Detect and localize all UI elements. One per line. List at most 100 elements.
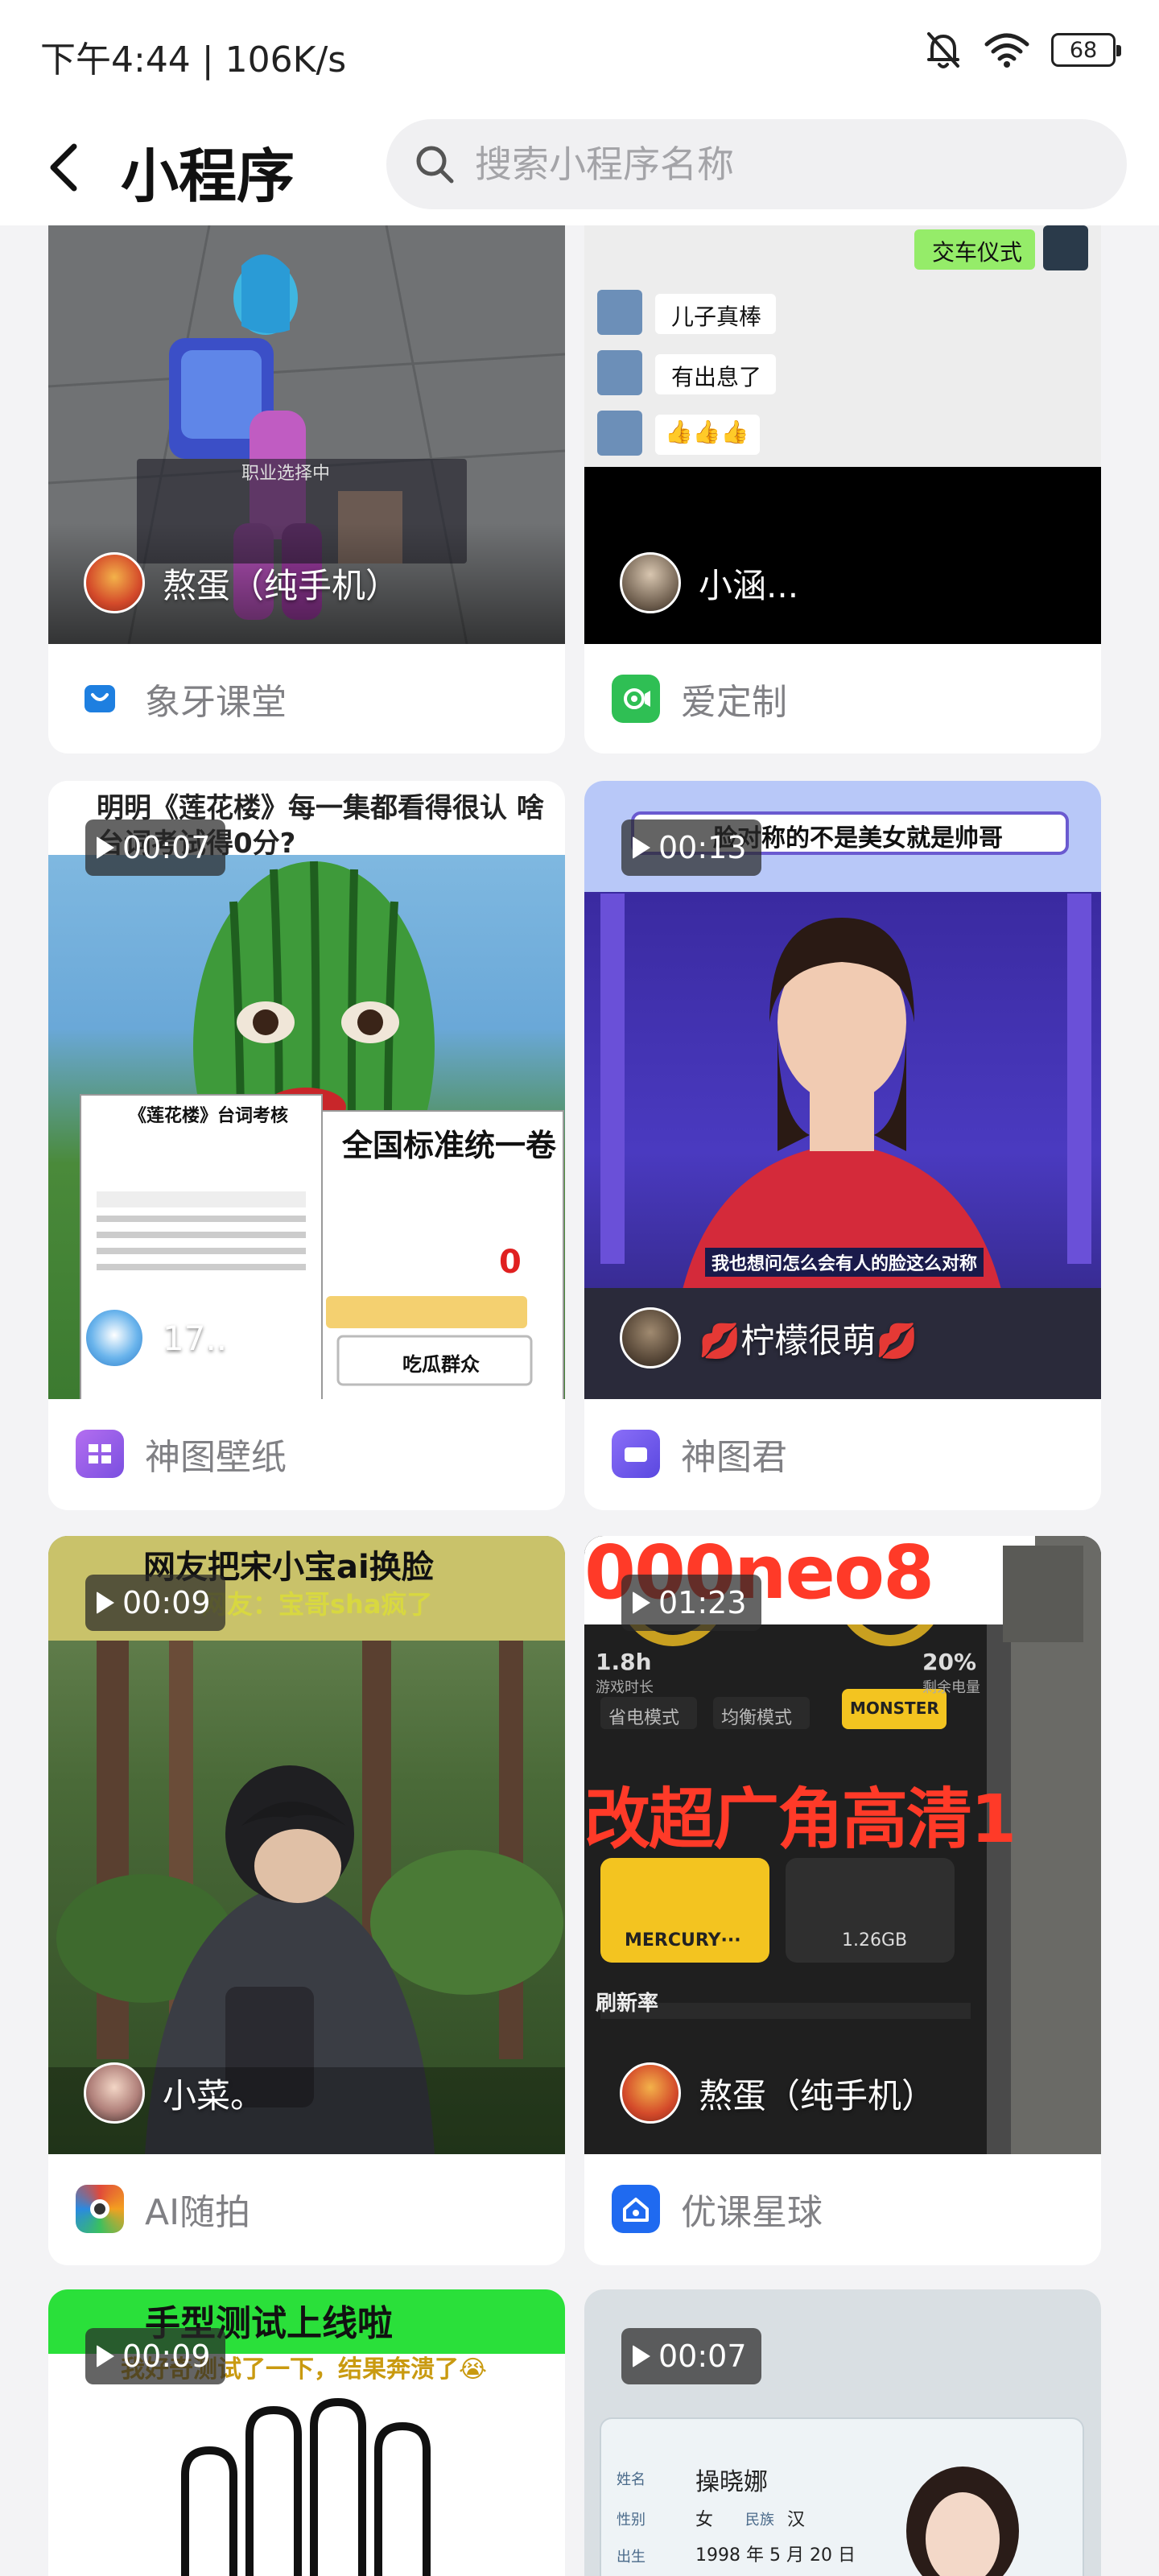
mute-bell-icon <box>927 32 959 68</box>
image-caption: 民族 <box>745 2512 774 2529</box>
search-bar[interactable] <box>386 119 1127 209</box>
mini-program-entry[interactable]: 神图君 <box>584 1399 1101 1508</box>
author-avatar[interactable] <box>620 552 681 613</box>
image-caption: 全国标准统一卷 <box>342 1128 557 1163</box>
app-name[interactable]: AI随拍 <box>145 2183 250 2235</box>
app-name[interactable]: 象牙课堂 <box>145 673 287 724</box>
author-name[interactable]: 熬蛋（纯手机） <box>163 559 399 608</box>
video-card-1[interactable]: 职业选择中 熬蛋（纯手机） 象牙课堂 <box>48 145 565 753</box>
image-caption: 汉 <box>787 2510 806 2530</box>
mini-program-entry[interactable]: 优课星球 <box>584 2154 1101 2263</box>
app-logo-icon <box>76 1429 124 1478</box>
app-logo-icon <box>612 674 660 723</box>
mini-program-entry[interactable]: 神图壁纸 <box>48 1399 565 1508</box>
app-name[interactable]: 神图君 <box>681 1428 787 1480</box>
video-card-2[interactable]: 交车仪式 儿子真棒 有出息了 👍👍👍 小涵... 爱定制 <box>584 145 1101 753</box>
video-card-8[interactable]: 姓名 操晓娜 性别 女 民族 汉 出生 1998 年 5 月 20 日 00:0… <box>584 2289 1101 2576</box>
app-name[interactable]: 神图壁纸 <box>145 1428 287 1480</box>
image-caption: 操晓娜 <box>695 2468 768 2496</box>
image-caption: 女 <box>695 2510 714 2530</box>
back-arrow-icon <box>50 143 77 192</box>
chat-message: 儿子真棒 <box>671 303 762 330</box>
video-duration-badge: 00:07 <box>621 2328 761 2384</box>
play-icon <box>97 836 114 859</box>
video-card-5[interactable]: 网友把宋小宝ai换脸 网友：宝哥sha疯了 00:09 小菜。 AI随拍 <box>48 1536 565 2265</box>
author-info[interactable]: 💋柠檬很萌💋 <box>620 1307 918 1368</box>
author-info[interactable]: 熬蛋（纯手机） <box>84 552 399 613</box>
mini-program-entry[interactable]: 爱定制 <box>584 644 1101 753</box>
image-caption: 刷新率 <box>596 1992 659 2016</box>
play-icon <box>633 2345 650 2368</box>
video-duration-badge: 00:09 <box>85 1575 225 1631</box>
status-bar: 下午4:44 | 106K/s 68 <box>0 0 1159 105</box>
app-logo-icon <box>612 2184 660 2233</box>
duration-text: 00:07 <box>122 830 211 865</box>
image-caption: 20% <box>922 1649 977 1675</box>
image-caption: 我也想问怎么会有人的脸这么对称 <box>705 1248 984 1277</box>
duration-text: 00:07 <box>658 2339 747 2374</box>
app-logo-icon <box>612 1429 660 1478</box>
chat-message: 交车仪式 <box>932 239 1023 266</box>
app-name[interactable]: 爱定制 <box>681 673 787 724</box>
author-name[interactable]: 熬蛋（纯手机） <box>699 2069 935 2118</box>
video-card-3[interactable]: 明明《莲花楼》每一集都看得很认 啥台词考试得0分? 《莲花楼》台词考核 全国标准… <box>48 781 565 1510</box>
video-duration-badge: 00:13 <box>621 819 761 876</box>
mini-program-entry[interactable]: AI随拍 <box>48 2154 565 2263</box>
author-avatar[interactable] <box>84 1307 145 1368</box>
video-thumbnail[interactable]: 明明《莲花楼》每一集都看得很认 啥台词考试得0分? 《莲花楼》台词考核 全国标准… <box>48 781 565 1399</box>
chat-message: 👍👍👍 <box>665 419 749 445</box>
image-caption: 性别 <box>617 2512 645 2529</box>
image-caption: 网友：宝哥sha疯了 <box>201 1589 433 1620</box>
video-thumbnail[interactable]: 网友把宋小宝ai换脸 网友：宝哥sha疯了 00:09 小菜。 <box>48 1536 565 2154</box>
video-card-6[interactable]: 000neo8 改超广角高清1 1.8h 游戏时长 20% 剩余电量 省电模式 … <box>584 1536 1101 2265</box>
author-name[interactable]: 17.. <box>163 1319 227 1358</box>
author-avatar[interactable] <box>620 1307 681 1368</box>
author-info[interactable]: 小涵... <box>620 552 798 613</box>
author-avatar[interactable] <box>84 2062 145 2124</box>
video-thumbnail[interactable]: 手型测试上线啦 我好奇测试了一下，结果奔溃了😭 00:09 <box>48 2289 565 2576</box>
status-icons: 68 <box>924 29 1121 71</box>
search-icon <box>416 146 454 184</box>
author-info[interactable]: 17.. <box>84 1307 227 1368</box>
author-avatar[interactable] <box>620 2062 681 2124</box>
author-info[interactable]: 小菜。 <box>84 2062 264 2124</box>
video-thumbnail[interactable]: 姓名 操晓娜 性别 女 民族 汉 出生 1998 年 5 月 20 日 00:0… <box>584 2289 1101 2576</box>
author-name[interactable]: 小涵... <box>699 559 798 608</box>
video-thumbnail[interactable]: 我也想问怎么会有人的脸这么对称 脸对称的不是美女就是帅哥 00:13 💋柠檬很萌… <box>584 781 1101 1399</box>
author-avatar[interactable] <box>84 552 145 613</box>
duration-text: 00:09 <box>122 1585 211 1620</box>
author-name[interactable]: 💋柠檬很萌💋 <box>699 1314 918 1363</box>
mini-program-entry[interactable]: 象牙课堂 <box>48 644 565 753</box>
author-name[interactable]: 小菜。 <box>163 2069 264 2118</box>
video-duration-badge: 00:07 <box>85 819 225 876</box>
battery-indicator: 68 <box>1051 33 1121 67</box>
header: 小程序 <box>0 105 1159 225</box>
image-caption: 姓名 <box>617 2471 645 2488</box>
image-caption: 吃瓜群众 <box>402 1353 480 1376</box>
video-card-4[interactable]: 我也想问怎么会有人的脸这么对称 脸对称的不是美女就是帅哥 00:13 💋柠檬很萌… <box>584 781 1101 1510</box>
image-caption: 均衡模式 <box>721 1708 793 1728</box>
battery-level: 68 <box>1069 37 1098 63</box>
back-button[interactable] <box>45 135 93 200</box>
search-input[interactable] <box>475 142 1103 186</box>
image-caption: 剩余电量 <box>922 1679 980 1696</box>
app-name[interactable]: 优课星球 <box>681 2183 823 2235</box>
status-time: 下午4:44 | 106K/s <box>40 39 347 80</box>
image-caption: 1.8h <box>596 1649 652 1675</box>
image-caption: 0 <box>499 1244 522 1281</box>
author-info[interactable]: 熬蛋（纯手机） <box>620 2062 935 2124</box>
chat-message: 有出息了 <box>671 364 762 390</box>
duration-text: 01:23 <box>658 1585 747 1620</box>
duration-text: 00:09 <box>122 2339 211 2374</box>
image-caption: 出生 <box>617 2549 645 2566</box>
image-caption: 职业选择中 <box>241 464 331 484</box>
image-caption: 1998 年 5 月 20 日 <box>695 2545 856 2566</box>
video-thumbnail[interactable]: 000neo8 改超广角高清1 1.8h 游戏时长 20% 剩余电量 省电模式 … <box>584 1536 1101 2154</box>
play-icon <box>633 836 650 859</box>
app-logo-icon <box>76 2184 124 2233</box>
app-logo-icon <box>76 674 124 723</box>
play-icon <box>97 2345 114 2368</box>
image-caption: 游戏时长 <box>596 1679 654 1696</box>
image-caption: 1.26GB <box>842 1930 908 1951</box>
video-card-7[interactable]: 手型测试上线啦 我好奇测试了一下，结果奔溃了😭 00:09 <box>48 2289 565 2576</box>
